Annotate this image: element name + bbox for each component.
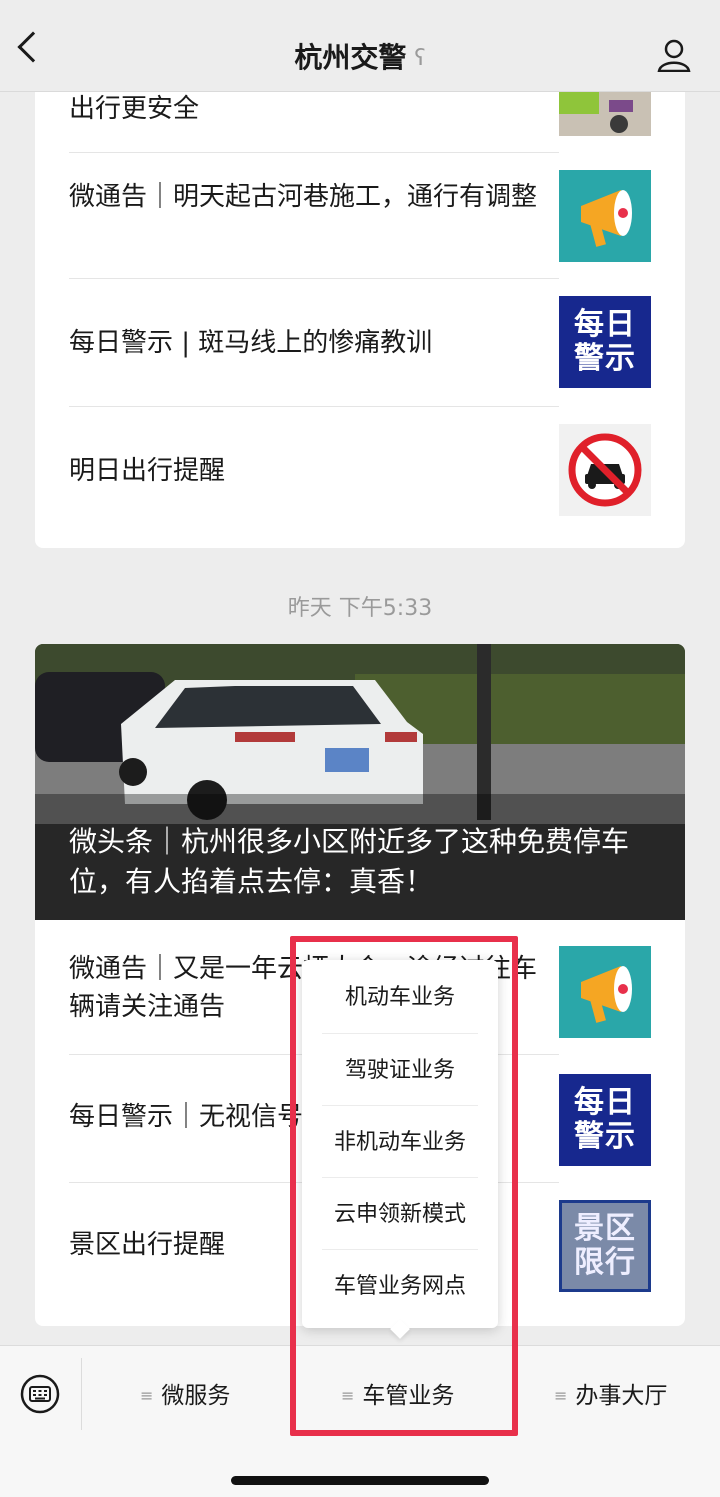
divider bbox=[69, 152, 559, 153]
divider bbox=[81, 1358, 82, 1430]
daily-warning-badge: 每日警示 bbox=[559, 296, 651, 388]
megaphone-icon bbox=[559, 170, 651, 262]
menu-lines-icon: ≡ bbox=[140, 1386, 154, 1405]
scenic-limit-badge: 景区限行 bbox=[559, 1200, 651, 1292]
list-item[interactable]: 明日出行提醒 bbox=[69, 416, 651, 542]
tab-label: 微服务 bbox=[161, 1383, 231, 1409]
divider bbox=[69, 278, 559, 279]
profile-icon[interactable] bbox=[656, 38, 692, 72]
hero-title: 微头条｜杭州很多小区附近多了这种免费停车位，有人掐着点去停：真香！ bbox=[69, 825, 630, 898]
highlight-box bbox=[290, 936, 518, 1436]
menu-tab-service-hall[interactable]: ≡ 办事大厅 bbox=[554, 1376, 667, 1410]
list-item[interactable]: 每日警示 | 斑马线上的惨痛教训 每日警示 bbox=[69, 288, 651, 414]
megaphone-icon bbox=[559, 946, 651, 1038]
menu-lines-icon: ≡ bbox=[554, 1386, 568, 1405]
list-item[interactable]: 微通告｜明天起古河巷施工，通行有调整 bbox=[69, 162, 651, 288]
menu-tab-micro-service[interactable]: ≡ 微服务 bbox=[140, 1376, 230, 1410]
message-timestamp: 昨天 下午5:33 bbox=[287, 596, 433, 621]
keyboard-icon[interactable] bbox=[20, 1374, 60, 1414]
hero-article[interactable]: 微头条｜杭州很多小区附近多了这种免费停车位，有人掐着点去停：真香！ bbox=[35, 644, 685, 920]
no-car-sign-icon bbox=[559, 424, 651, 516]
badge-text: 每日警示 bbox=[574, 1085, 636, 1154]
article-title: 微通告｜明天起古河巷施工，通行有调整 bbox=[69, 182, 538, 212]
ear-icon[interactable]: ʕ bbox=[414, 46, 425, 71]
article-title: 明日出行提醒 bbox=[69, 456, 226, 486]
badge-text: 景区限行 bbox=[574, 1211, 636, 1280]
badge-text: 每日警示 bbox=[574, 307, 636, 376]
article-title: 每日警示 | 斑马线上的惨痛教训 bbox=[69, 328, 433, 358]
account-name: 杭州交警 bbox=[294, 41, 407, 74]
nav-bar: 杭州交警 ʕ bbox=[0, 0, 720, 92]
page-title: 杭州交警 ʕ bbox=[0, 36, 720, 76]
divider bbox=[69, 406, 559, 407]
article-card: 出行更安全 微通告｜明天起古河巷施工，通行有调整 每日警示 | 斑马线上的惨痛教… bbox=[35, 40, 685, 548]
home-indicator[interactable] bbox=[231, 1476, 489, 1485]
tab-label: 办事大厅 bbox=[575, 1383, 668, 1409]
daily-warning-badge: 每日警示 bbox=[559, 1074, 651, 1166]
article-title: 出行更安全 bbox=[69, 94, 200, 124]
